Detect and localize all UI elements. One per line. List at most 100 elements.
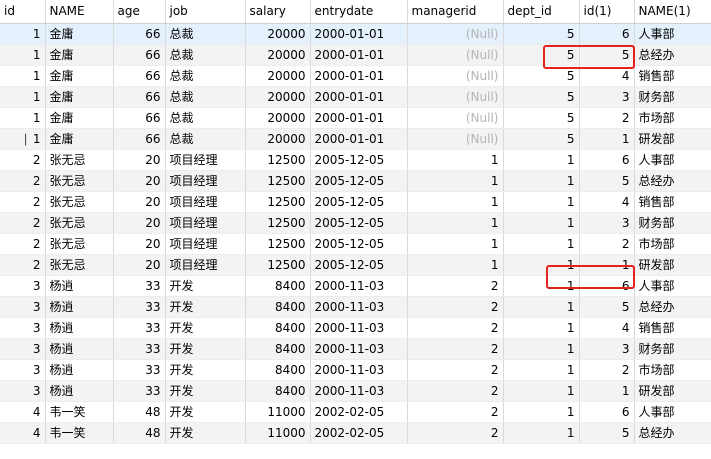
cell-dept-id[interactable]: 1 [503, 191, 580, 213]
cell-managerid[interactable]: 2 [407, 422, 504, 444]
cell-id-1[interactable]: 6 [579, 23, 635, 45]
cell-dept-id[interactable]: 5 [503, 23, 580, 45]
cell-name-1[interactable]: 研发部 [634, 254, 711, 276]
cell-salary[interactable]: 20000 [245, 23, 311, 45]
cell-managerid[interactable]: 1 [407, 191, 504, 213]
cell-salary[interactable]: 12500 [245, 233, 311, 255]
cell-managerid[interactable]: 2 [407, 359, 504, 381]
cell-managerid[interactable]: (Null) [407, 107, 504, 129]
cell-id-1[interactable]: 2 [579, 233, 635, 255]
column-header-dept-id[interactable]: dept_id [503, 0, 580, 24]
cell-entrydate[interactable]: 2005-12-05 [310, 233, 408, 255]
cell-name-1[interactable]: 销售部 [634, 191, 711, 213]
cell-age[interactable]: 20 [113, 212, 166, 234]
cell-managerid[interactable]: 1 [407, 170, 504, 192]
cell-name-1[interactable]: 研发部 [634, 380, 711, 402]
cell-job[interactable]: 总裁 [165, 107, 246, 129]
cell-entrydate[interactable]: 2000-01-01 [310, 44, 408, 66]
table-row[interactable]: 1 金庸 66 总裁 20000 2000-01-01 (Null) 5 6 人事部 [0, 23, 711, 45]
cell-id[interactable]: 2 [0, 212, 46, 234]
table-row[interactable]: 2 张无忌 20 项目经理 12500 2005-12-05 1 1 2 市场部 [0, 233, 711, 255]
cell-id[interactable]: 4 [0, 401, 46, 423]
cell-job[interactable]: 项目经理 [165, 212, 246, 234]
cell-id[interactable]: 1 [0, 23, 46, 45]
table-row[interactable]: 2 张无忌 20 项目经理 12500 2005-12-05 1 1 3 财务部 [0, 212, 711, 234]
cell-id[interactable]: 3 [0, 359, 46, 381]
cell-id[interactable]: 1 [0, 107, 46, 129]
cell-age[interactable]: 33 [113, 296, 166, 318]
cell-managerid[interactable]: 2 [407, 380, 504, 402]
cell-name-1[interactable]: 人事部 [634, 275, 711, 297]
column-header-managerid[interactable]: managerid [407, 0, 504, 24]
cell-name[interactable]: 韦一笑 [45, 401, 114, 423]
cell-managerid[interactable]: (Null) [407, 23, 504, 45]
cell-name[interactable]: 韦一笑 [45, 422, 114, 444]
cell-entrydate[interactable]: 2000-01-01 [310, 65, 408, 87]
cell-dept-id[interactable]: 1 [503, 317, 580, 339]
cell-name-1[interactable]: 人事部 [634, 401, 711, 423]
cell-entrydate[interactable]: 2005-12-05 [310, 191, 408, 213]
cell-id[interactable]: 2 [0, 254, 46, 276]
cell-entrydate[interactable]: 2000-01-01 [310, 128, 408, 150]
table-row[interactable]: 3 杨逍 33 开发 8400 2000-11-03 2 1 1 研发部 [0, 380, 711, 402]
cell-dept-id[interactable]: 1 [503, 380, 580, 402]
cell-id[interactable]: 1 [0, 44, 46, 66]
cell-id[interactable]: 2 [0, 149, 46, 171]
cell-age[interactable]: 66 [113, 44, 166, 66]
cell-age[interactable]: 33 [113, 275, 166, 297]
cell-job[interactable]: 总裁 [165, 65, 246, 87]
cell-name-1[interactable]: 总经办 [634, 170, 711, 192]
cell-name[interactable]: 张无忌 [45, 149, 114, 171]
cell-age[interactable]: 20 [113, 191, 166, 213]
cell-name-1[interactable]: 市场部 [634, 359, 711, 381]
cell-age[interactable]: 66 [113, 23, 166, 45]
cell-name[interactable]: 张无忌 [45, 191, 114, 213]
cell-entrydate[interactable]: 2005-12-05 [310, 254, 408, 276]
cell-name-1[interactable]: 财务部 [634, 212, 711, 234]
cell-id[interactable]: 2 [0, 233, 46, 255]
cell-age[interactable]: 33 [113, 317, 166, 339]
cell-dept-id[interactable]: 5 [503, 86, 580, 108]
cell-salary[interactable]: 20000 [245, 107, 311, 129]
cell-job[interactable]: 项目经理 [165, 233, 246, 255]
cell-age[interactable]: 33 [113, 338, 166, 360]
cell-salary[interactable]: 8400 [245, 338, 311, 360]
cell-age[interactable]: 33 [113, 359, 166, 381]
column-header-entrydate[interactable]: entrydate [310, 0, 408, 24]
cell-job[interactable]: 开发 [165, 380, 246, 402]
column-header-id-1[interactable]: id(1) [579, 0, 635, 24]
cell-id-1[interactable]: 3 [579, 338, 635, 360]
cell-name[interactable]: 杨逍 [45, 380, 114, 402]
table-row[interactable]: ▏1 金庸 66 总裁 20000 2000-01-01 (Null) 5 1 研发部 [0, 128, 711, 150]
cell-entrydate[interactable]: 2000-11-03 [310, 317, 408, 339]
column-header-id[interactable]: id [0, 0, 46, 24]
cell-id[interactable]: 3 [0, 338, 46, 360]
cell-dept-id[interactable]: 1 [503, 296, 580, 318]
column-header-name-1[interactable]: NAME(1) [634, 0, 711, 24]
cell-id-1[interactable]: 3 [579, 86, 635, 108]
cell-salary[interactable]: 8400 [245, 275, 311, 297]
cell-id-1[interactable]: 5 [579, 296, 635, 318]
cell-age[interactable]: 33 [113, 380, 166, 402]
cell-id-1[interactable]: 1 [579, 128, 635, 150]
cell-id[interactable]: 4 [0, 422, 46, 444]
cell-age[interactable]: 20 [113, 254, 166, 276]
cell-dept-id[interactable]: 1 [503, 212, 580, 234]
cell-id[interactable]: 3 [0, 275, 46, 297]
cell-id[interactable]: 3 [0, 317, 46, 339]
cell-job[interactable]: 开发 [165, 422, 246, 444]
cell-id-1[interactable]: 2 [579, 359, 635, 381]
cell-managerid[interactable]: 2 [407, 338, 504, 360]
cell-job[interactable]: 开发 [165, 317, 246, 339]
cell-id-1[interactable]: 6 [579, 149, 635, 171]
cell-managerid[interactable]: 2 [407, 317, 504, 339]
cell-job[interactable]: 开发 [165, 296, 246, 318]
table-row[interactable]: 2 张无忌 20 项目经理 12500 2005-12-05 1 1 6 人事部 [0, 149, 711, 171]
cell-entrydate[interactable]: 2000-11-03 [310, 275, 408, 297]
cell-entrydate[interactable]: 2000-01-01 [310, 86, 408, 108]
cell-id-1[interactable]: 6 [579, 401, 635, 423]
table-row[interactable]: 3 杨逍 33 开发 8400 2000-11-03 2 1 4 销售部 [0, 317, 711, 339]
cell-managerid[interactable]: 1 [407, 149, 504, 171]
cell-id[interactable]: ▏1 [0, 128, 46, 150]
cell-name-1[interactable]: 人事部 [634, 149, 711, 171]
